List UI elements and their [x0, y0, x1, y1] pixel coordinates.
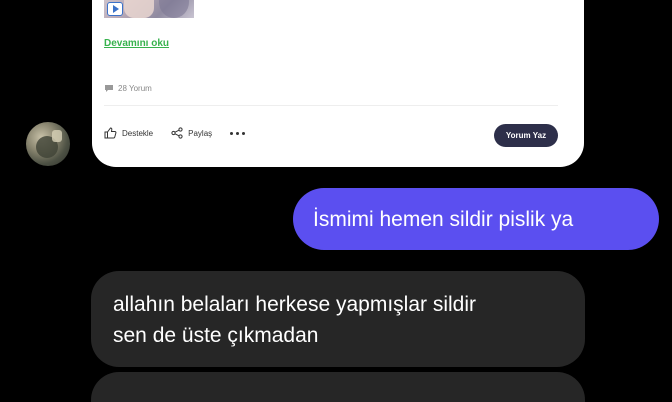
share-label: Paylaş	[188, 128, 213, 138]
incoming-message-line-2: sen de üste çıkmadan	[113, 324, 319, 347]
avatar-detail	[52, 130, 62, 142]
thumbs-up-icon	[104, 127, 117, 139]
comment-count-label: 28 Yorum	[118, 84, 152, 93]
outgoing-message-text: İsmimi hemen sildir pislik ya	[313, 207, 574, 231]
shared-post-card[interactable]: Devamını oku 28 Yorum Destekle Paylaş Yo…	[92, 0, 584, 167]
video-play-icon[interactable]	[107, 2, 123, 16]
read-more-link[interactable]: Devamını oku	[104, 38, 169, 49]
post-thumbnail[interactable]	[104, 0, 194, 18]
comment-count[interactable]: 28 Yorum	[104, 84, 152, 93]
post-actions: Destekle Paylaş	[104, 127, 246, 139]
share-icon	[171, 127, 183, 139]
incoming-message-bubble[interactable]: allahın belaları herkese yapmışlar sildi…	[91, 271, 585, 367]
next-incoming-message-bubble[interactable]	[91, 372, 585, 402]
comment-bubble-icon	[104, 84, 114, 93]
support-button[interactable]: Destekle	[104, 127, 153, 139]
share-button[interactable]: Paylaş	[171, 127, 212, 139]
thumbnail-figure-2	[159, 0, 189, 18]
card-divider	[104, 105, 558, 106]
sender-avatar[interactable]	[26, 122, 70, 166]
more-options-icon[interactable]	[230, 131, 246, 135]
support-label: Destekle	[122, 128, 154, 138]
write-comment-button[interactable]: Yorum Yaz	[494, 124, 558, 147]
incoming-message-line-1: allahın belaları herkese yapmışlar sildi…	[113, 293, 476, 316]
thumbnail-figure	[124, 0, 154, 18]
outgoing-message-bubble[interactable]: İsmimi hemen sildir pislik ya	[293, 188, 659, 250]
